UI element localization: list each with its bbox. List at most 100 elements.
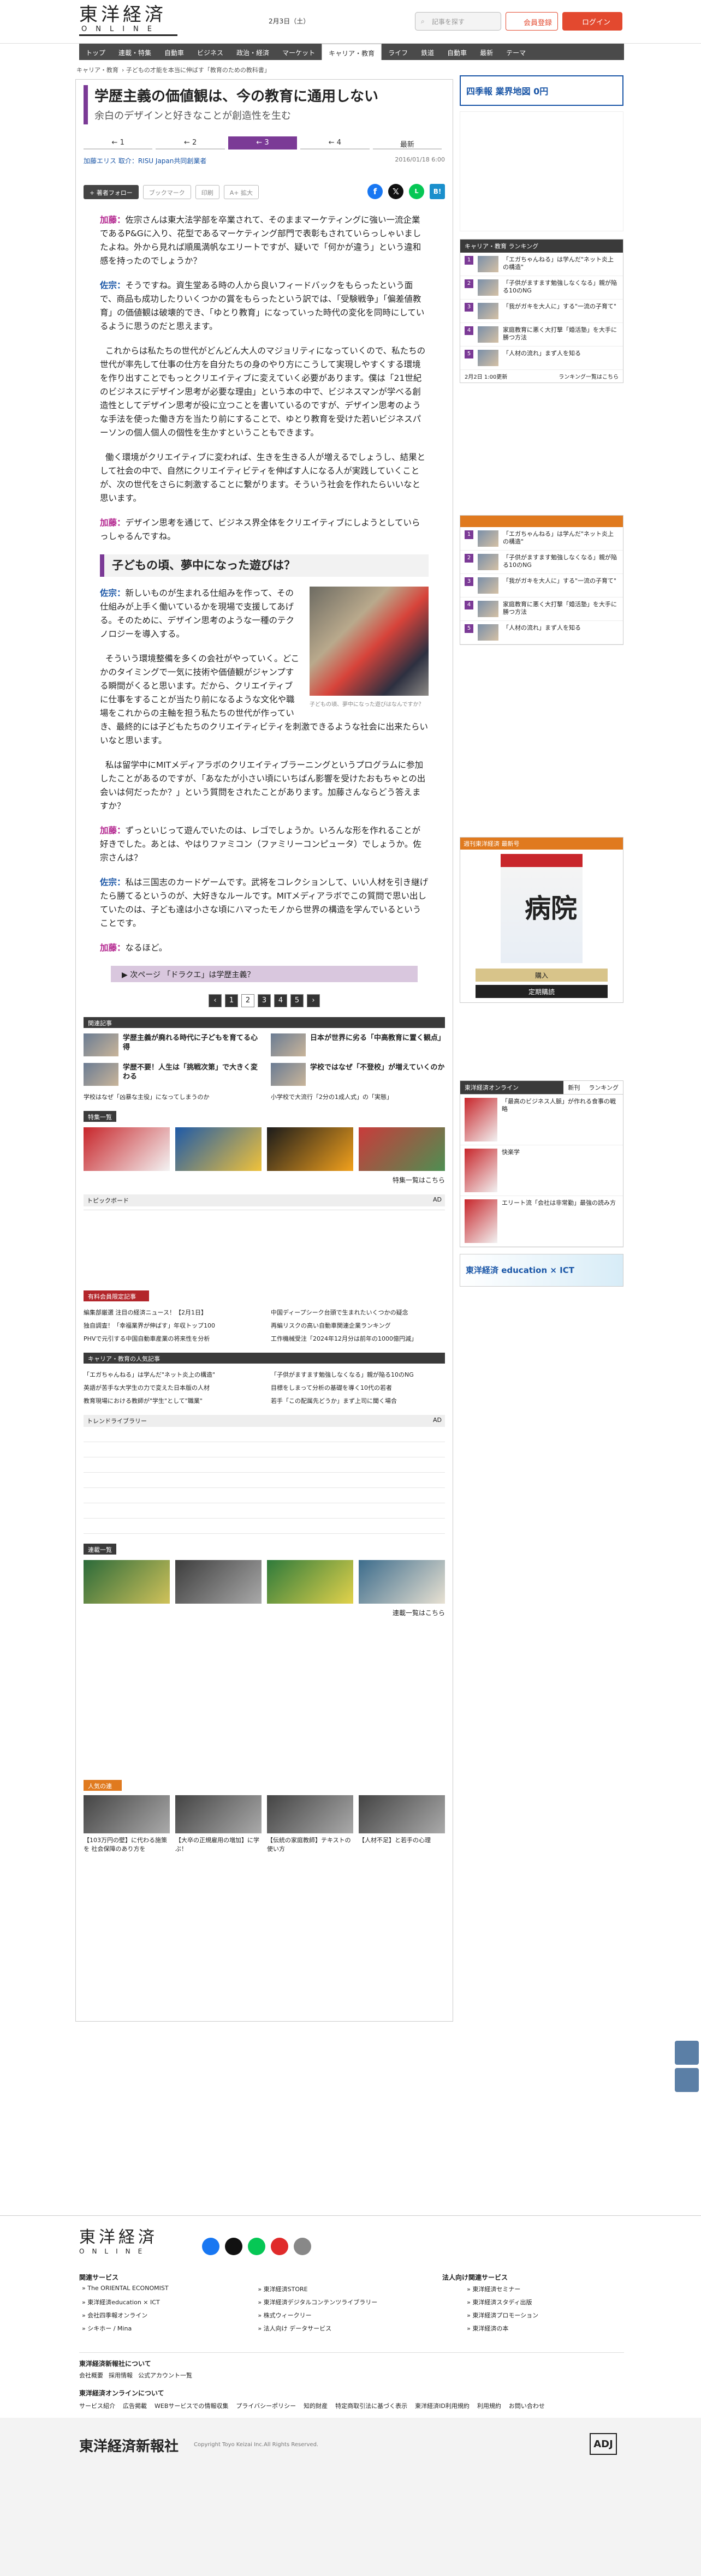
footer-service-link[interactable]: » 東洋経済education × ICT bbox=[82, 2298, 258, 2311]
tab-new[interactable]: 新刊 bbox=[563, 1081, 584, 1094]
hatena-icon[interactable]: B! bbox=[430, 184, 445, 199]
footer-link[interactable]: 知的財産 bbox=[304, 2401, 328, 2410]
footer-logo[interactable]: 東洋経済 ONLINE bbox=[79, 2224, 158, 2255]
nav-item[interactable]: 自動車 bbox=[441, 44, 473, 60]
footer-service-link[interactable]: » 東洋経済デジタルコンテンツライブラリー bbox=[258, 2298, 467, 2311]
page-number[interactable]: 3 bbox=[258, 994, 271, 1007]
nav-item[interactable]: 連載・特集 bbox=[112, 44, 158, 60]
page-number[interactable]: 2 bbox=[241, 994, 254, 1007]
x-icon[interactable] bbox=[225, 2238, 242, 2255]
facebook-icon[interactable]: f bbox=[367, 184, 383, 199]
feature-banner[interactable] bbox=[175, 1127, 262, 1171]
footer-service-link[interactable]: » 東洋経済STORE bbox=[258, 2285, 467, 2298]
paid-article-link[interactable]: 編集部厳選 注目の経済ニュース！【2月1日】 bbox=[84, 1308, 258, 1317]
related-article[interactable]: 学歴不要！人生は「挑戦次第」で大きく変わる bbox=[84, 1063, 258, 1086]
paid-article-link[interactable]: 独自調査！「幸福業界が伸ばす」年収トップ100 bbox=[84, 1321, 258, 1330]
footer-service-link[interactable]: » 東洋経済プロモーション bbox=[467, 2311, 628, 2324]
footer-link[interactable]: 会社概要 bbox=[79, 2371, 103, 2380]
paid-article-link[interactable]: PHVで元引する中国自動車産業の将来性を分析 bbox=[84, 1334, 258, 1343]
career-article-link[interactable]: 若手「この配属先どうか」まず上司に聞く場合 bbox=[271, 1396, 445, 1405]
footer-link[interactable]: 広告掲載 bbox=[123, 2401, 147, 2410]
nav-item[interactable]: テーマ bbox=[500, 44, 532, 60]
popular-serial[interactable]: 【大卒の正規雇用の増加】に学ぶ！ bbox=[175, 1795, 262, 1853]
back-to-top-icon[interactable] bbox=[675, 2041, 699, 2065]
facebook-icon[interactable] bbox=[202, 2238, 219, 2255]
subscribe-button[interactable]: 定期購読 bbox=[476, 985, 608, 998]
breadcrumb-item[interactable]: 子どもの才能を本当に伸ばす「教育のための教科書」 bbox=[126, 67, 270, 74]
prev-page-icon[interactable]: ‹ bbox=[209, 994, 222, 1007]
feature-banner[interactable] bbox=[267, 1127, 353, 1171]
ranking-item[interactable]: 3 「我がガキを大人に」する"一流の子育て" bbox=[460, 300, 623, 323]
serial-banner[interactable] bbox=[359, 1560, 445, 1604]
ranking-item[interactable]: 3 「我がガキを大人に」する"一流の子育て" bbox=[460, 574, 623, 597]
nav-item[interactable]: ビジネス bbox=[191, 44, 230, 60]
footer-link[interactable]: 東洋経済ID利用規約 bbox=[415, 2401, 470, 2410]
nav-item[interactable]: トップ bbox=[79, 44, 112, 60]
serial-banner[interactable] bbox=[175, 1560, 262, 1604]
footer-service-link[interactable]: » 東洋経済の本 bbox=[467, 2324, 628, 2337]
register-button[interactable]: 会員登録 bbox=[506, 12, 558, 31]
serial-more-link[interactable]: 連載一覧はこちら bbox=[84, 1608, 445, 1617]
breadcrumb-item[interactable]: キャリア・教育 bbox=[76, 67, 118, 74]
paid-article-link[interactable]: 工作機械受注「2024年12月分は前年の1000億円減」 bbox=[271, 1334, 445, 1343]
nav-item[interactable]: マーケット bbox=[276, 44, 322, 60]
book-item[interactable]: エリート流「会社は非常勤」最強の読み方 bbox=[460, 1196, 623, 1247]
related-article[interactable]: 学歴主義が廃れる時代に子どもを育てる心得 bbox=[84, 1033, 258, 1056]
page-tab[interactable]: ← 3 bbox=[228, 136, 298, 150]
next-page-icon[interactable]: › bbox=[307, 994, 320, 1007]
footer-link[interactable]: お問い合わせ bbox=[509, 2401, 545, 2410]
footer-service-link[interactable]: » 法人向け データサービス bbox=[258, 2324, 467, 2337]
serial-banner[interactable] bbox=[84, 1560, 170, 1604]
book-item[interactable]: 快楽学 bbox=[460, 1145, 623, 1196]
related-link[interactable]: 小学校で大流行「2分の1成人式」の「実態」 bbox=[271, 1092, 445, 1101]
career-article-link[interactable]: 教育現場における教師が"学生"として"職業" bbox=[84, 1396, 258, 1405]
rss-icon[interactable] bbox=[294, 2238, 311, 2255]
footer-link[interactable]: プライバシーポリシー bbox=[236, 2401, 296, 2410]
font-size-button[interactable]: A+ 拡大 bbox=[223, 185, 259, 199]
nav-item[interactable]: 鉄道 bbox=[414, 44, 441, 60]
book-item[interactable]: 「最高のビジネス人脈」が作れる食事の戦略 bbox=[460, 1095, 623, 1145]
ranking-item[interactable]: 1 「エガちゃんねる」は学んだ"ネット炎上の構造" bbox=[460, 253, 623, 276]
career-article-link[interactable]: 英語が苦手な大学生の力で変えた日本版の人材 bbox=[84, 1383, 258, 1392]
ranking-item[interactable]: 1 「エガちゃんねる」は学んだ"ネット炎上の構造" bbox=[460, 527, 623, 551]
nav-item[interactable]: 政治・経済 bbox=[230, 44, 276, 60]
page-number[interactable]: 4 bbox=[274, 994, 287, 1007]
ranking-item[interactable]: 4 家庭教育に悪く大打撃「婚活塾」を大手に勝つ方法 bbox=[460, 323, 623, 346]
ranking-item[interactable]: 2 「子供がますます勉強しなくなる」親が陥る10のNG bbox=[460, 551, 623, 574]
footer-service-link[interactable]: » 株式ウィークリー bbox=[258, 2311, 467, 2324]
nav-item[interactable]: 最新 bbox=[473, 44, 500, 60]
footer-link[interactable]: 公式アカウント一覧 bbox=[138, 2371, 192, 2380]
ad-banner[interactable]: 四季報 業界地図 0円 bbox=[460, 75, 623, 106]
ranking-item[interactable]: 2 「子供がますます勉強しなくなる」親が陥る10のNG bbox=[460, 276, 623, 300]
popular-serial[interactable]: 【伝統の家庭教師】テキストの使い方 bbox=[267, 1795, 353, 1853]
career-article-link[interactable]: 「子供がますます勉強しなくなる」親が陥る10のNG bbox=[271, 1370, 445, 1379]
footer-service-link[interactable]: » 東洋経済スタディ出版 bbox=[467, 2298, 628, 2311]
footer-service-link[interactable]: » シキホー / Mina bbox=[82, 2324, 258, 2337]
related-article[interactable]: 学校ではなぜ「不登校」が増えていくのか bbox=[271, 1063, 445, 1086]
page-tab[interactable]: ← 2 bbox=[156, 136, 225, 150]
login-button[interactable]: ログイン bbox=[562, 12, 622, 31]
search-input[interactable]: ⌕ 記事を探す bbox=[415, 12, 501, 31]
page-tab[interactable]: ← 4 bbox=[300, 136, 370, 150]
career-article-link[interactable]: 「エガちゃんねる」は学んだ"ネット炎上の構造" bbox=[84, 1370, 258, 1379]
buy-button[interactable]: 購入 bbox=[476, 969, 608, 982]
tab-ranking[interactable]: ランキング bbox=[584, 1081, 623, 1094]
footer-link[interactable]: 特定商取引法に基づく表示 bbox=[335, 2401, 407, 2410]
related-link[interactable]: 学校はなぜ「凶暴な主役」になってしまうのか bbox=[84, 1092, 258, 1101]
footer-link[interactable]: 利用規約 bbox=[477, 2401, 501, 2410]
feature-banner[interactable] bbox=[359, 1127, 445, 1171]
page-number[interactable]: 5 bbox=[290, 994, 304, 1007]
feature-more-link[interactable]: 特集一覧はこちら bbox=[84, 1175, 445, 1185]
site-logo[interactable]: 東洋経済 ONLINE bbox=[79, 4, 188, 36]
paid-article-link[interactable]: 再編リスクの高い自動車関連企業ランキング bbox=[271, 1321, 445, 1330]
magazine-cover[interactable]: 病院 bbox=[501, 854, 583, 963]
youtube-icon[interactable] bbox=[271, 2238, 288, 2255]
ranking-more-link[interactable]: ランキング一覧はこちら bbox=[559, 372, 619, 380]
author-name[interactable]: 加藤エリス 取介：RISU Japan共同創業者 bbox=[84, 156, 206, 165]
career-article-link[interactable]: 目標をしまって分析の基礎を導く10代の若者 bbox=[271, 1383, 445, 1392]
footer-link[interactable]: WEBサービスでの情報収集 bbox=[155, 2401, 228, 2410]
related-article[interactable]: 日本が世界に劣る「中高教育に置く観点」 bbox=[271, 1033, 445, 1056]
nav-item[interactable]: 自動車 bbox=[158, 44, 191, 60]
serial-banner[interactable] bbox=[267, 1560, 353, 1604]
feature-banner[interactable] bbox=[84, 1127, 170, 1171]
